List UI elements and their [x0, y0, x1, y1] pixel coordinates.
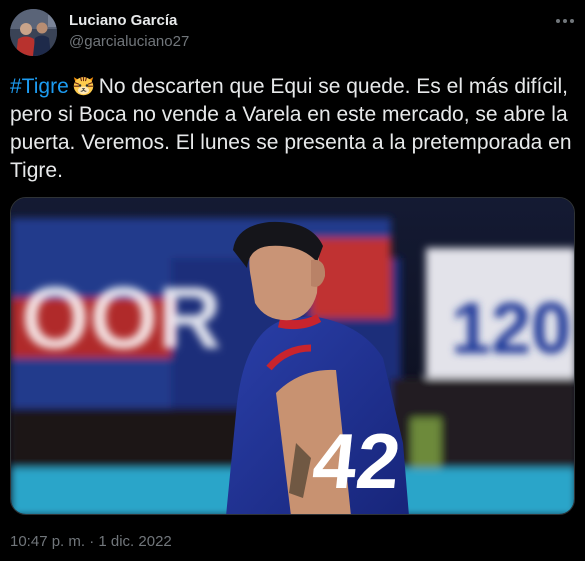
more-options-icon[interactable]: [552, 8, 578, 34]
hashtag-link[interactable]: #Tigre: [10, 75, 69, 98]
tweet-text: #Tigre No descarten que Equi se quede. E…: [10, 73, 576, 185]
jersey-number: 42: [309, 417, 405, 505]
banner-right-text: 120: [451, 289, 571, 369]
author-handle[interactable]: @garcialuciano27: [69, 32, 189, 52]
banner-left-text: OOR: [21, 268, 221, 367]
tiger-face-icon: [71, 73, 96, 98]
tweet-timestamp[interactable]: 10:47 p. m. · 1 dic. 2022: [10, 532, 172, 552]
avatar[interactable]: [10, 9, 57, 56]
tweet-card[interactable]: Luciano García @garcialuciano27 #Tigre N…: [0, 0, 585, 561]
author-display-name[interactable]: Luciano García: [69, 11, 177, 31]
photo-player-number: OOR 120 42: [11, 198, 574, 514]
tweet-photo[interactable]: OOR 120 42: [10, 197, 575, 515]
